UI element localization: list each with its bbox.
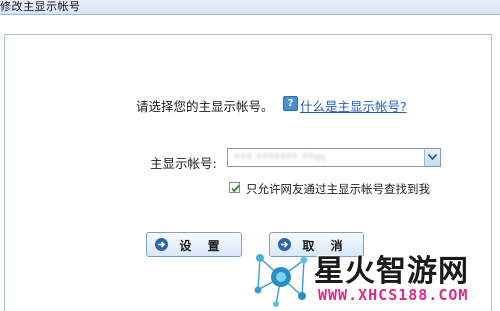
set-button[interactable]: 设 置 (146, 232, 242, 257)
prompt-text: 请选择您的主显示帐号。 (136, 99, 274, 114)
account-select-value: *** ******* **m (234, 151, 326, 165)
watermark: 星火智游网 WWW.XHCS188.COM (252, 246, 498, 310)
chevron-down-icon[interactable] (424, 149, 440, 166)
search-permission-checkbox[interactable] (229, 182, 240, 193)
title-bar: 修改主显示帐号 (0, 0, 500, 15)
network-logo-icon (254, 254, 308, 307)
account-select[interactable]: *** ******* **m (227, 148, 441, 167)
help-icon[interactable]: ? (283, 96, 298, 111)
watermark-url: WWW.XHCS188.COM (318, 286, 469, 304)
arrow-right-icon (155, 238, 168, 251)
search-permission-label: 只允许网友通过主显示帐号查找到我 (246, 182, 430, 196)
watermark-brand: 星火智游网 (314, 254, 469, 289)
window-title: 修改主显示帐号 (0, 0, 81, 13)
help-link[interactable]: 什么是主显示帐号? (300, 96, 407, 115)
account-label: 主显示帐号: (150, 156, 217, 171)
set-button-label: 设 置 (179, 239, 226, 253)
